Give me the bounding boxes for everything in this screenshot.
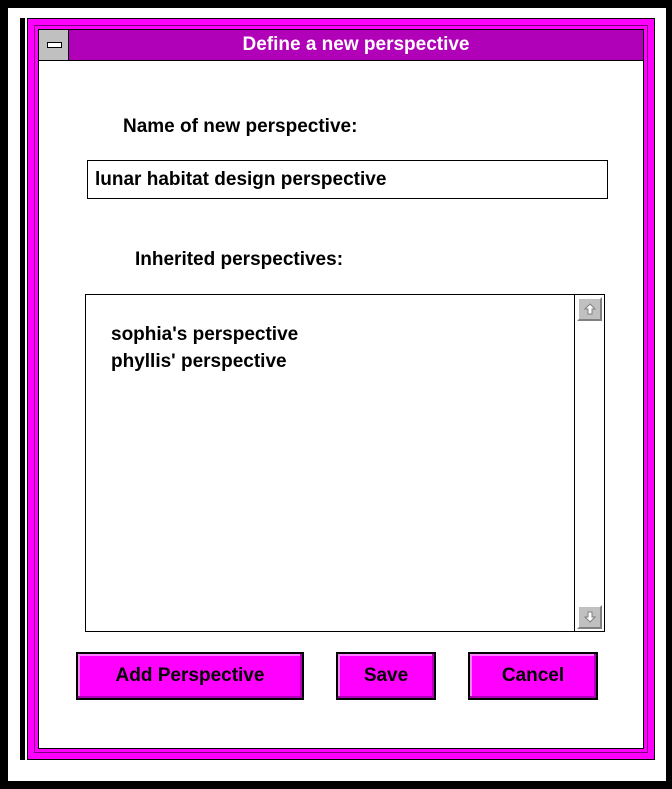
window-title: Define a new perspective [242,34,470,55]
vertical-scrollbar[interactable] [574,295,604,631]
scroll-down-arrow-icon[interactable] [577,605,602,629]
cancel-button[interactable]: Cancel [468,652,598,700]
perspective-name-input[interactable] [87,160,608,199]
scroll-up-arrow-icon[interactable] [577,297,602,321]
system-menu-icon[interactable] [39,30,69,60]
left-divider-bar [20,18,25,760]
name-label: Name of new perspective: [123,116,358,137]
system-menu-bar-glyph [47,42,62,48]
inherited-perspectives-list[interactable]: sophia's perspective phyllis' perspectiv… [85,294,605,632]
inherited-perspectives-label: Inherited perspectives: [135,249,344,270]
title-bar[interactable]: Define a new perspective [39,30,643,61]
list-item[interactable]: phyllis' perspective [111,348,564,375]
list-item[interactable]: sophia's perspective [111,321,564,348]
dialog-client-area: Define a new perspective Name of new per… [38,29,644,749]
scroll-up-arrow-glyph [583,303,596,315]
list-items-container: sophia's perspective phyllis' perspectiv… [111,321,564,375]
scroll-down-arrow-glyph [583,611,596,623]
save-button[interactable]: Save [336,652,436,700]
dialog-window: Define a new perspective Name of new per… [27,18,655,760]
add-perspective-button[interactable]: Add Perspective [76,652,304,700]
